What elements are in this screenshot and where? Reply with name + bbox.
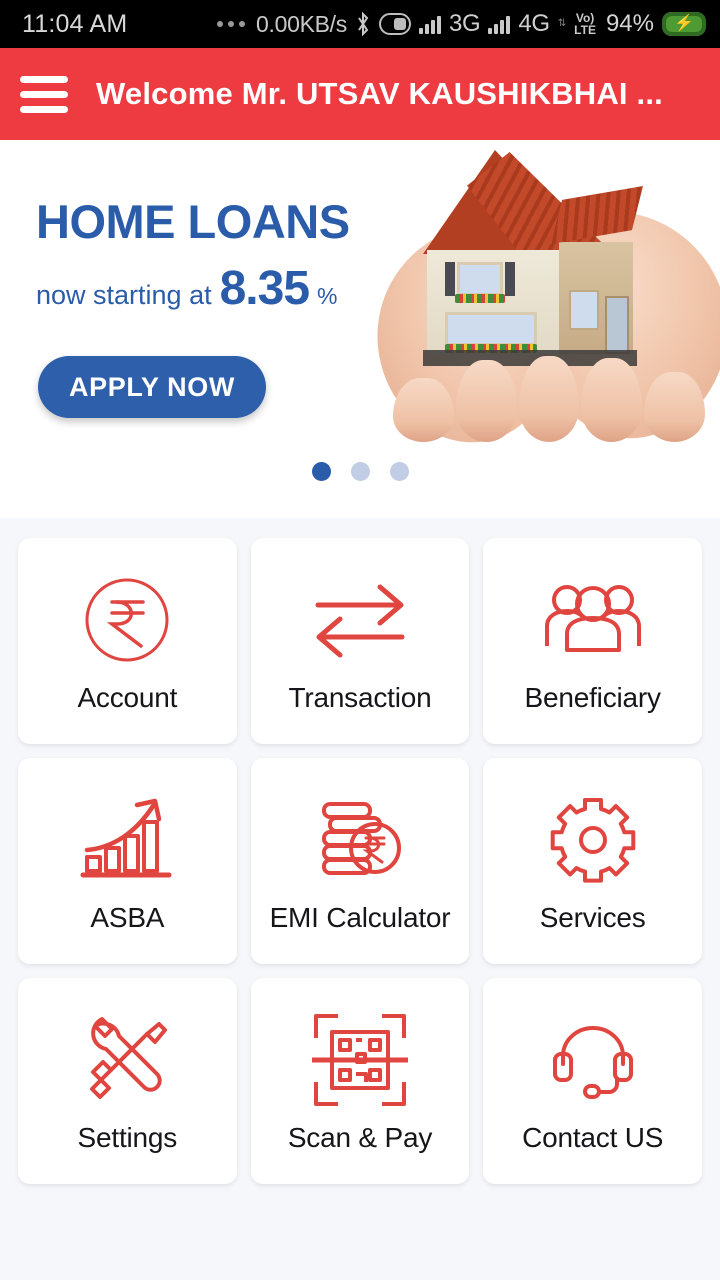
app-bar: Welcome Mr. UTSAV KAUSHIKBHAI ... [0, 48, 720, 140]
growth-chart-icon [77, 788, 177, 892]
banner-title: HOME LOANS [36, 195, 350, 248]
volte-bottom-label: LTE [574, 23, 596, 37]
menu-tile-settings[interactable]: Settings [18, 978, 237, 1184]
sim1-network-label: 3G [448, 10, 481, 37]
rupee-circle-icon [79, 568, 175, 672]
carousel-dot-1[interactable] [311, 462, 331, 481]
hands-holding-house-image [375, 140, 720, 458]
page-title: Welcome Mr. UTSAV KAUSHIKBHAI ... [96, 76, 663, 111]
coins-rupee-icon [312, 788, 408, 892]
banner-sub-lead: now starting at [36, 280, 212, 310]
menu-tile-label: Contact US [522, 1122, 664, 1153]
more-dots-icon [217, 21, 245, 27]
people-group-icon [541, 568, 645, 672]
banner-subtitle: now starting at 8.35 % [36, 261, 416, 316]
status-icons: 0.00KB/s 3G 4G ⇅ Vo) LTE 94% ⚡ [217, 10, 706, 38]
carousel-dot-2[interactable] [350, 462, 370, 481]
menu-tile-account[interactable]: Account [18, 538, 237, 744]
tools-icon [79, 1008, 175, 1112]
menu-tile-asba[interactable]: ASBA [18, 758, 237, 964]
menu-tile-label: Settings [77, 1122, 178, 1153]
menu-tile-services[interactable]: Services [483, 758, 702, 964]
menu-tile-label: Transaction [288, 682, 432, 713]
banner-text-block: HOME LOANS now starting at 8.35 % [36, 198, 416, 316]
transfer-arrows-icon [310, 568, 410, 672]
menu-tile-label: Account [77, 682, 178, 713]
banner-rate-value: 8.35 [219, 262, 310, 315]
battery-charging-icon: ⚡ [662, 12, 706, 36]
battery-percent-label: 94% [605, 10, 654, 37]
do-not-disturb-icon [378, 13, 411, 35]
network-speed-text: 0.00KB/s [256, 10, 347, 37]
menu-tile-label: EMI Calculator [269, 902, 451, 933]
promo-carousel[interactable]: HOME LOANS now starting at 8.35 % APPLY … [0, 140, 720, 518]
menu-tile-label: Scan & Pay [287, 1122, 433, 1153]
qr-scan-icon [311, 1008, 408, 1112]
status-time: 11:04 AM [22, 9, 128, 38]
bluetooth-icon [355, 12, 371, 36]
signal-bars-sim2-icon [488, 14, 511, 34]
menu-tile-emi-calculator[interactable]: EMI Calculator [250, 758, 470, 964]
menu-tile-label: Services [539, 902, 646, 933]
menu-tile-contact-us[interactable]: Contact US [483, 978, 702, 1184]
carousel-dot-3[interactable] [389, 462, 409, 481]
menu-tile-label: ASBA [90, 902, 165, 933]
status-bar: 11:04 AM 0.00KB/s 3G 4G ⇅ Vo) LTE 94% ⚡ [0, 0, 720, 48]
menu-tile-scan-and-pay[interactable]: Scan & Pay [250, 978, 470, 1184]
menu-tile-beneficiary[interactable]: Beneficiary [483, 538, 702, 744]
menu-grid-area: Account Transaction Beneficiary ASBA EMI… [0, 518, 720, 1280]
sim2-network-label: 4G [518, 10, 550, 37]
signal-bars-sim1-icon [418, 14, 441, 34]
banner-percent-symbol: % [317, 283, 338, 309]
hamburger-menu-icon[interactable] [20, 75, 68, 113]
headset-icon [547, 1008, 639, 1112]
apply-now-button[interactable]: APPLY NOW [38, 356, 266, 418]
menu-tile-label: Beneficiary [524, 682, 662, 713]
volte-icon: Vo) LTE [574, 12, 596, 36]
menu-tile-transaction[interactable]: Transaction [250, 538, 470, 744]
carousel-dots [0, 462, 720, 481]
data-arrows-icon: ⇅ [557, 18, 567, 29]
gear-icon [545, 788, 641, 892]
menu-grid: Account Transaction Beneficiary ASBA EMI… [18, 538, 702, 1184]
